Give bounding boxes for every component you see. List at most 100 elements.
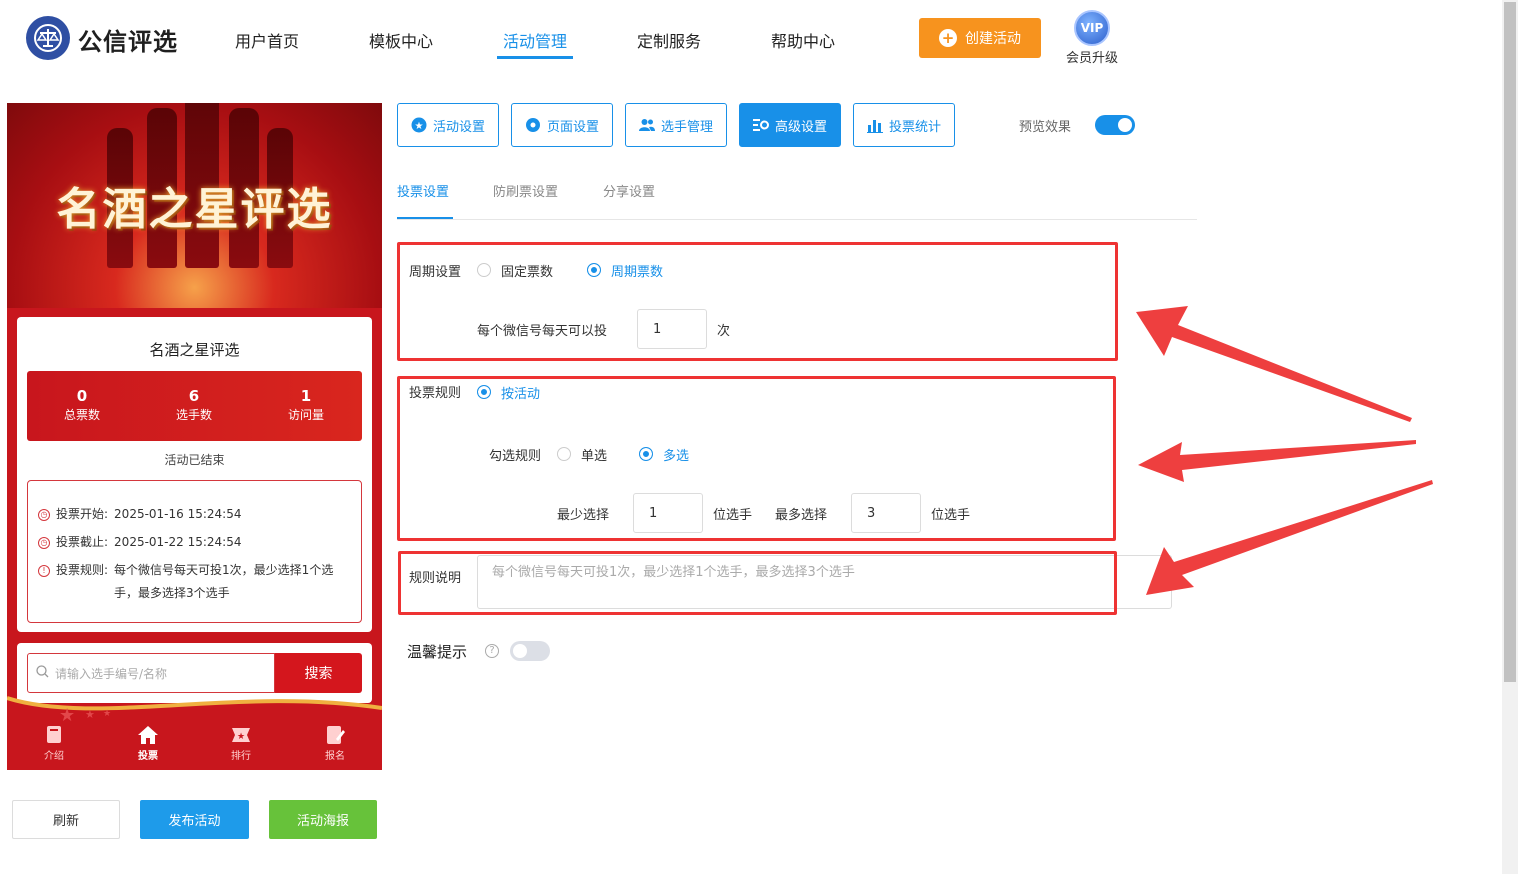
- nav-help-center[interactable]: 帮助中心: [771, 28, 835, 52]
- toolbar-label: 活动设置: [432, 119, 485, 135]
- toolbar-label: 选手管理: [660, 119, 713, 135]
- book-icon: [43, 725, 65, 745]
- plus-icon: +: [939, 29, 957, 47]
- stat-total-votes: 0 总票数: [27, 387, 137, 423]
- rule-label: 投票规则:: [56, 563, 109, 577]
- description-highlight-box: [398, 551, 1117, 615]
- vote-rule-label: 投票规则: [409, 386, 462, 401]
- advanced-settings-button[interactable]: 高级设置: [739, 103, 841, 147]
- radio-multiple[interactable]: [639, 447, 653, 461]
- svg-text:★: ★: [85, 708, 95, 721]
- rule-value: 2025-01-16 15:24:54: [114, 507, 242, 521]
- period-label: 周期设置: [409, 265, 462, 280]
- stat-visits: 1 访问量: [251, 387, 361, 423]
- svg-text:★: ★: [237, 732, 245, 742]
- radio-by-activity[interactable]: [477, 385, 491, 399]
- vote-statistics-button[interactable]: 投票统计: [853, 103, 955, 147]
- tab-label: 介绍: [44, 751, 64, 762]
- search-icon: [36, 665, 49, 681]
- subtab-active-indicator: [397, 217, 453, 219]
- rule-vote: ! 投票规则: 每个微信号每天可投1次，最少选择1个选手，最多选择3个选手: [38, 559, 356, 605]
- clock-icon: ◷: [38, 509, 50, 521]
- rules-box: ◷ 投票开始: 2025-01-16 15:24:54 ◷ 投票截止: 2025…: [27, 480, 362, 623]
- per-day-input[interactable]: 1: [637, 309, 707, 349]
- tip-toggle[interactable]: [510, 641, 550, 661]
- stat-label: 总票数: [63, 408, 100, 422]
- users-icon: [638, 117, 655, 133]
- subtab-divider: [397, 219, 1197, 220]
- vip-icon[interactable]: VIP: [1074, 10, 1110, 46]
- contestant-management-button[interactable]: 选手管理: [625, 103, 727, 147]
- subtab-share-settings[interactable]: 分享设置: [603, 181, 655, 200]
- min-select-input[interactable]: 1: [633, 493, 703, 533]
- vip-upgrade-link[interactable]: 会员升级: [1066, 47, 1118, 66]
- search-placeholder: 请输入选手编号/名称: [55, 666, 168, 681]
- option-single[interactable]: 单选: [581, 445, 607, 464]
- tab-label: 报名: [325, 751, 345, 762]
- tab-intro[interactable]: 介绍: [29, 725, 79, 762]
- rule-value: 2025-01-22 15:24:54: [114, 535, 242, 549]
- gear-icon: [525, 117, 541, 133]
- bar-chart-icon: [866, 117, 883, 133]
- nav-templates[interactable]: 模板中心: [369, 28, 433, 52]
- annotation-arrows: [1136, 306, 1433, 595]
- arrow-icon: [1146, 480, 1433, 595]
- stat-value: 6: [188, 387, 200, 405]
- rule-value: 每个微信号每天可投1次，最少选择1个选手，最多选择3个选手: [114, 563, 334, 600]
- max-select-input[interactable]: 3: [851, 493, 921, 533]
- edit-icon: [324, 725, 346, 745]
- tab-vote[interactable]: 投票: [123, 725, 173, 762]
- home-icon: [137, 725, 159, 745]
- rule-start: ◷ 投票开始: 2025-01-16 15:24:54: [38, 503, 356, 526]
- activity-banner: 名酒之星评选: [7, 103, 382, 308]
- max-select-unit: 位选手: [931, 508, 971, 523]
- radio-single[interactable]: [557, 447, 571, 461]
- page-settings-button[interactable]: 页面设置: [511, 103, 613, 147]
- banner-title: 名酒之星评选: [56, 184, 333, 235]
- per-day-label: 每个微信号每天可以投: [477, 324, 608, 339]
- svg-text:★: ★: [415, 121, 424, 132]
- clock-icon: ◷: [38, 537, 50, 549]
- option-multiple[interactable]: 多选: [663, 445, 689, 464]
- nav-custom-service[interactable]: 定制服务: [637, 28, 701, 52]
- nav-home[interactable]: 用户首页: [235, 28, 299, 52]
- tab-ranking[interactable]: ★ 排行: [216, 725, 266, 762]
- tip-label: 温馨提示: [407, 643, 468, 661]
- settings-sliders-icon: [752, 117, 769, 133]
- tab-signup[interactable]: 报名: [310, 725, 360, 762]
- activity-settings-button[interactable]: ★ 活动设置: [397, 103, 499, 147]
- scrollbar-thumb[interactable]: [1504, 2, 1516, 682]
- subtab-vote-settings[interactable]: 投票设置: [397, 181, 449, 200]
- radio-fixed-votes[interactable]: [477, 263, 491, 277]
- svg-text:★: ★: [103, 709, 111, 719]
- brand-name: 公信评选: [78, 28, 178, 56]
- rule-end: ◷ 投票截止: 2025-01-22 15:24:54: [38, 531, 356, 554]
- arrow-icon: [1136, 306, 1412, 422]
- rule-label: 投票开始:: [56, 507, 109, 521]
- stats-panel: 0 总票数 6 选手数 1 访问量: [27, 371, 362, 441]
- nav-activity-management[interactable]: 活动管理: [503, 28, 567, 52]
- stat-label: 选手数: [175, 408, 212, 422]
- option-periodic-votes[interactable]: 周期票数: [611, 261, 663, 280]
- subtab-anti-fraud[interactable]: 防刷票设置: [493, 181, 558, 200]
- help-icon[interactable]: ?: [485, 644, 499, 658]
- min-select-label: 最少选择: [557, 508, 610, 523]
- toolbar-label: 页面设置: [546, 119, 599, 135]
- arrow-icon: [1138, 440, 1416, 482]
- per-day-unit: 次: [717, 324, 731, 339]
- stat-value: 1: [300, 387, 312, 405]
- refresh-button[interactable]: 刷新: [12, 800, 120, 839]
- preview-label: 预览效果: [1019, 120, 1072, 135]
- nav-active-indicator: [497, 56, 573, 59]
- alert-icon: !: [38, 565, 50, 577]
- preview-toggle[interactable]: [1095, 115, 1135, 135]
- radio-periodic-votes[interactable]: [587, 263, 601, 277]
- rule-label: 投票截止:: [56, 535, 109, 549]
- activity-name: 名酒之星评选: [149, 341, 240, 359]
- option-by-activity[interactable]: 按活动: [501, 383, 540, 402]
- create-activity-button[interactable]: + 创建活动: [919, 18, 1041, 58]
- publish-button[interactable]: 发布活动: [140, 800, 249, 839]
- option-fixed-votes[interactable]: 固定票数: [501, 261, 553, 280]
- poster-button[interactable]: 活动海报: [269, 800, 377, 839]
- stat-value: 0: [76, 387, 88, 405]
